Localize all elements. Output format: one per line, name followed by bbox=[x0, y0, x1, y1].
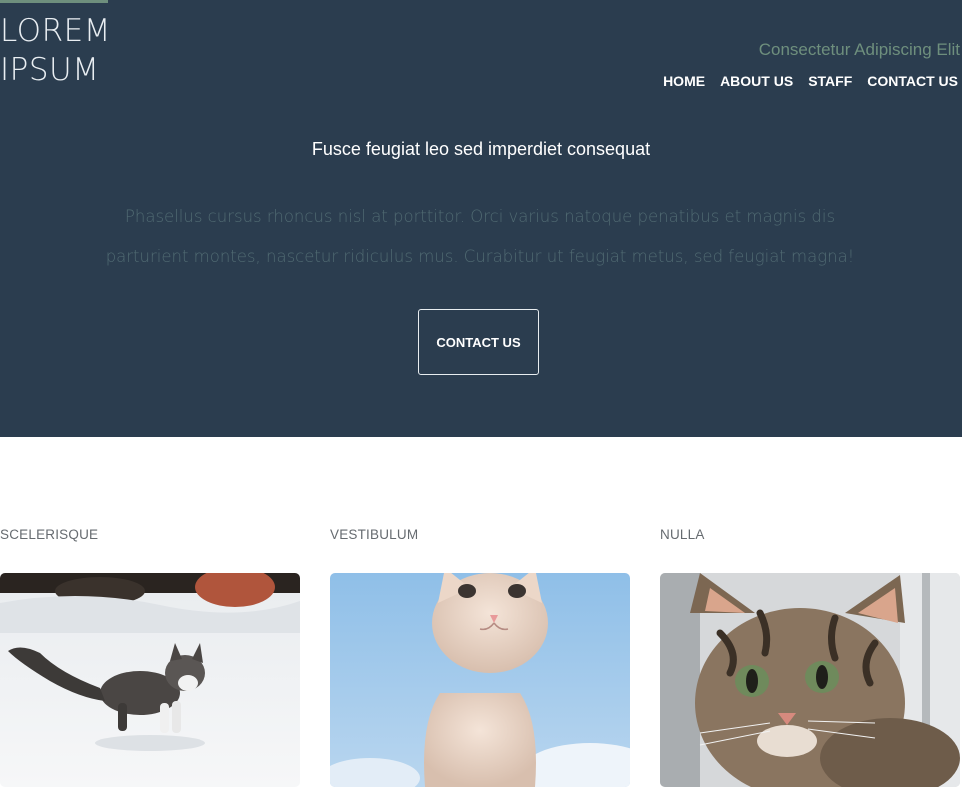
card-title: NULLA bbox=[660, 527, 705, 542]
hero-text: Phasellus cursus rhoncus nisl at porttit… bbox=[105, 207, 855, 266]
nav-contact-us[interactable]: CONTACT US bbox=[867, 73, 958, 89]
logo-line-1: LOREM bbox=[0, 13, 111, 49]
nav-staff[interactable]: STAFF bbox=[808, 73, 852, 89]
logo-line-2: IPSUM bbox=[0, 52, 100, 88]
kitten-in-snow-image bbox=[0, 573, 300, 787]
contact-us-button[interactable]: CONTACT US bbox=[418, 309, 539, 375]
card-title: VESTIBULUM bbox=[330, 527, 419, 542]
main-nav: HOME ABOUT US STAFF CONTACT US bbox=[663, 73, 958, 89]
logo-accent-bar bbox=[0, 0, 108, 3]
card-title: SCELERISQUE bbox=[0, 527, 99, 542]
hero-heading: Fusce feugiat leo sed imperdiet consequa… bbox=[311, 139, 651, 159]
nav-about-us[interactable]: ABOUT US bbox=[720, 73, 793, 89]
site-logo[interactable]: LOREM IPSUM bbox=[0, 12, 111, 90]
nav-home[interactable]: HOME bbox=[663, 73, 705, 89]
cards-section: SCELERISQUE VESTIBULUM NULLA bbox=[0, 437, 962, 806]
tabby-kitten-image bbox=[660, 573, 960, 787]
white-kitten-image bbox=[330, 573, 630, 787]
hero-section: LOREM IPSUM Consectetur Adipiscing Elit … bbox=[0, 0, 962, 437]
site-tagline: Consectetur Adipiscing Elit bbox=[758, 40, 960, 59]
